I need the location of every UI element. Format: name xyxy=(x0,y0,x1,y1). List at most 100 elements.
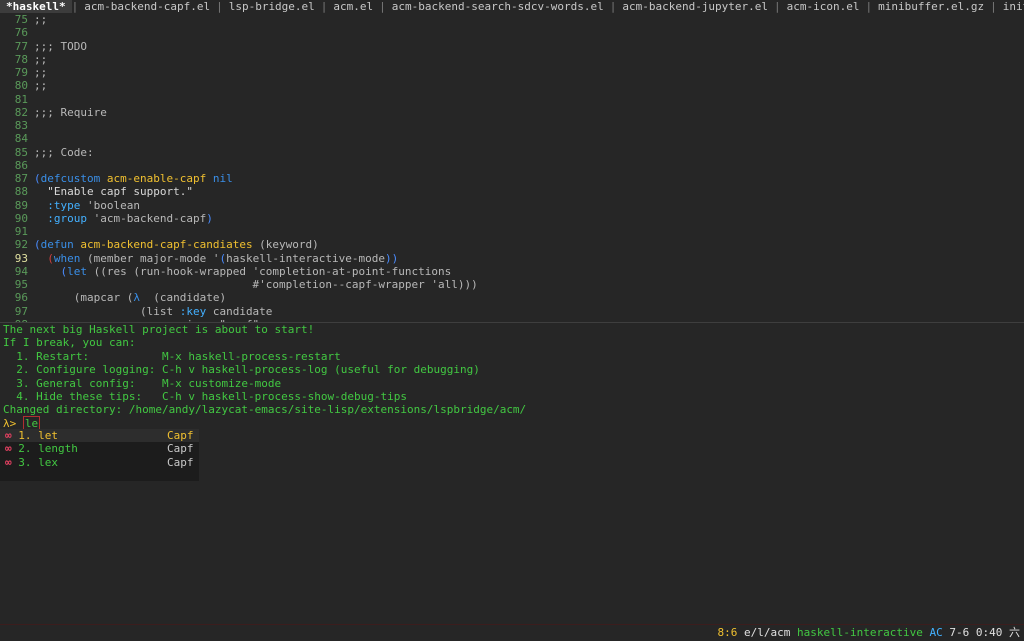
repl-output-line: 4. Hide these tips: C-h v haskell-proces… xyxy=(3,389,407,403)
code-token: candidate xyxy=(206,304,273,318)
tab-8[interactable]: init-l xyxy=(997,0,1024,13)
code-text: ;;; TODO xyxy=(34,39,87,53)
line-number: 80 xyxy=(14,79,28,93)
line-number: 77 xyxy=(14,39,28,53)
code-line[interactable]: 75;; xyxy=(0,13,1024,26)
code-token: haskell-interactive-mode xyxy=(226,251,386,265)
code-line[interactable]: 90 :group 'acm-backend-capf) xyxy=(0,212,1024,225)
completion-item[interactable]: ∞ 2. length Capf xyxy=(0,442,199,455)
code-line[interactable]: 88 "Enable capf support." xyxy=(0,185,1024,198)
tab-separator: | xyxy=(320,0,328,13)
code-line[interactable]: 76 xyxy=(0,26,1024,39)
ac-indicator: AC xyxy=(929,626,943,639)
code-token: 'boolean xyxy=(80,198,140,212)
completion-annotation: Capf xyxy=(167,429,194,442)
code-line[interactable]: 84 xyxy=(0,132,1024,145)
code-token: ) xyxy=(206,211,213,225)
tab-6[interactable]: acm-icon.el xyxy=(781,0,866,13)
completion-item[interactable]: ∞ 1. let Capf xyxy=(0,429,199,443)
line-number: 87 xyxy=(14,172,28,185)
code-line[interactable]: 93 (when (member major-mode '(haskell-in… xyxy=(0,252,1024,265)
code-line[interactable]: 81 xyxy=(0,93,1024,106)
completion-item[interactable]: ∞ 3. lex Capf xyxy=(0,456,199,469)
major-mode[interactable]: haskell-interactive xyxy=(797,626,923,639)
line-number: 75 xyxy=(14,13,28,26)
line-number: 90 xyxy=(14,211,28,225)
tab-bar: *haskell* | acm-backend-capf.el | lsp-bridge… xyxy=(0,0,1024,13)
code-token: nil xyxy=(212,172,233,185)
code-line[interactable]: 89 :type 'boolean xyxy=(0,199,1024,212)
tab-2[interactable]: lsp-bridge.el xyxy=(223,0,321,13)
code-line[interactable]: 87 (defcustom acm-enable-capf nil xyxy=(0,172,1024,185)
tab-1[interactable]: acm-backend-capf.el xyxy=(78,0,216,13)
code-token: #'completion--capf-wrapper 'all))) xyxy=(34,278,478,291)
line-number: 93 xyxy=(14,251,28,265)
code-line[interactable]: 85 ;;; Code: xyxy=(0,146,1024,159)
line-number: 95 xyxy=(14,278,28,291)
tab-7[interactable]: minibuffer.el.gz xyxy=(872,0,990,13)
completion-label: length xyxy=(38,442,78,456)
code-line[interactable]: 95 #'completion--capf-wrapper 'all))) xyxy=(0,278,1024,291)
buffer-directory: e/l/acm xyxy=(744,626,791,639)
line-number: 79 xyxy=(14,66,28,79)
code-text: ;;; Require xyxy=(34,105,107,119)
clock-time: 0:40 xyxy=(975,626,1003,639)
mode-line: 8:6 e/l/acm haskell-interactive AC 7-6 0… xyxy=(0,624,1024,641)
tab-4[interactable]: acm-backend-search-sdcv-words.el xyxy=(386,0,610,13)
completion-popup[interactable]: ∞ 1. let Capf ∞ 2. length Capf ∞ 3. lex Capf xyxy=(0,429,199,481)
code-line[interactable]: 94 (let ((res (run-hook-wrapped 'complet… xyxy=(0,265,1024,278)
tab-5[interactable]: acm-backend-jupyter.el xyxy=(616,0,774,13)
line-number: 89 xyxy=(14,198,28,212)
code-text: ;; xyxy=(34,13,48,26)
line-number: 96 xyxy=(14,291,28,305)
code-line[interactable]: 78;; xyxy=(0,53,1024,66)
code-token: (list xyxy=(34,304,180,318)
tab-3[interactable]: acm.el xyxy=(327,0,379,13)
completion-label: let xyxy=(38,429,58,442)
repl-output-line: Changed directory: /home/andy/lazycat-em… xyxy=(3,403,527,417)
code-token: defcustom xyxy=(40,172,101,185)
code-line[interactable]: 82 ;;; Require xyxy=(0,106,1024,119)
code-line[interactable]: 97 (list :key candidate xyxy=(0,305,1024,318)
code-token: ( xyxy=(47,251,54,265)
code-line[interactable]: 92 (defun acm-backend-capf-candiates (key… xyxy=(0,238,1024,251)
completion-index: 3. xyxy=(18,455,32,469)
tab-0[interactable]: *haskell* xyxy=(0,0,72,13)
code-token: ((res (run-hook-wrapped 'completion-at-p… xyxy=(87,264,452,278)
line-number: 78 xyxy=(14,52,28,66)
code-editor[interactable]: 75;; 76 77;;; TODO 78;; 79;; 80;; 81 82;;; Requ… xyxy=(0,13,1024,322)
code-token: (keyword) xyxy=(252,238,319,252)
code-line[interactable]: 80;; xyxy=(0,79,1024,92)
code-line[interactable]: 96 (mapcar (λ (candidate) xyxy=(0,291,1024,304)
code-line[interactable]: 79;; xyxy=(0,66,1024,79)
code-text: ;;; Code: xyxy=(34,145,94,159)
repl-output-line: The next big Haskell project is about to… xyxy=(3,323,315,336)
code-token: let xyxy=(67,264,87,278)
code-token: :type xyxy=(47,198,81,212)
line-number: 81 xyxy=(14,92,28,106)
repl-prompt: λ> xyxy=(3,416,17,430)
code-line[interactable]: 83 xyxy=(0,119,1024,132)
code-text: ;; xyxy=(34,79,48,93)
code-token: defun xyxy=(40,238,74,252)
line-number: 84 xyxy=(14,132,28,146)
completion-index: 1. xyxy=(18,429,32,442)
code-token: "Enable capf support." xyxy=(34,185,193,199)
tab-separator: | xyxy=(865,0,873,13)
code-line[interactable]: 77 ;;; TODO xyxy=(0,40,1024,53)
code-text: ;; xyxy=(34,52,48,66)
code-token: (candidate) xyxy=(139,291,227,305)
code-token: ) xyxy=(385,251,392,265)
infinity-icon: ∞ xyxy=(5,442,12,456)
weekday-indicator: 六 xyxy=(1009,626,1020,639)
code-token: ( xyxy=(34,238,41,252)
code-line[interactable]: 91 xyxy=(0,225,1024,238)
line-number: 86 xyxy=(14,158,28,172)
line-number: 83 xyxy=(14,119,28,132)
code-line[interactable]: 86 xyxy=(0,159,1024,172)
